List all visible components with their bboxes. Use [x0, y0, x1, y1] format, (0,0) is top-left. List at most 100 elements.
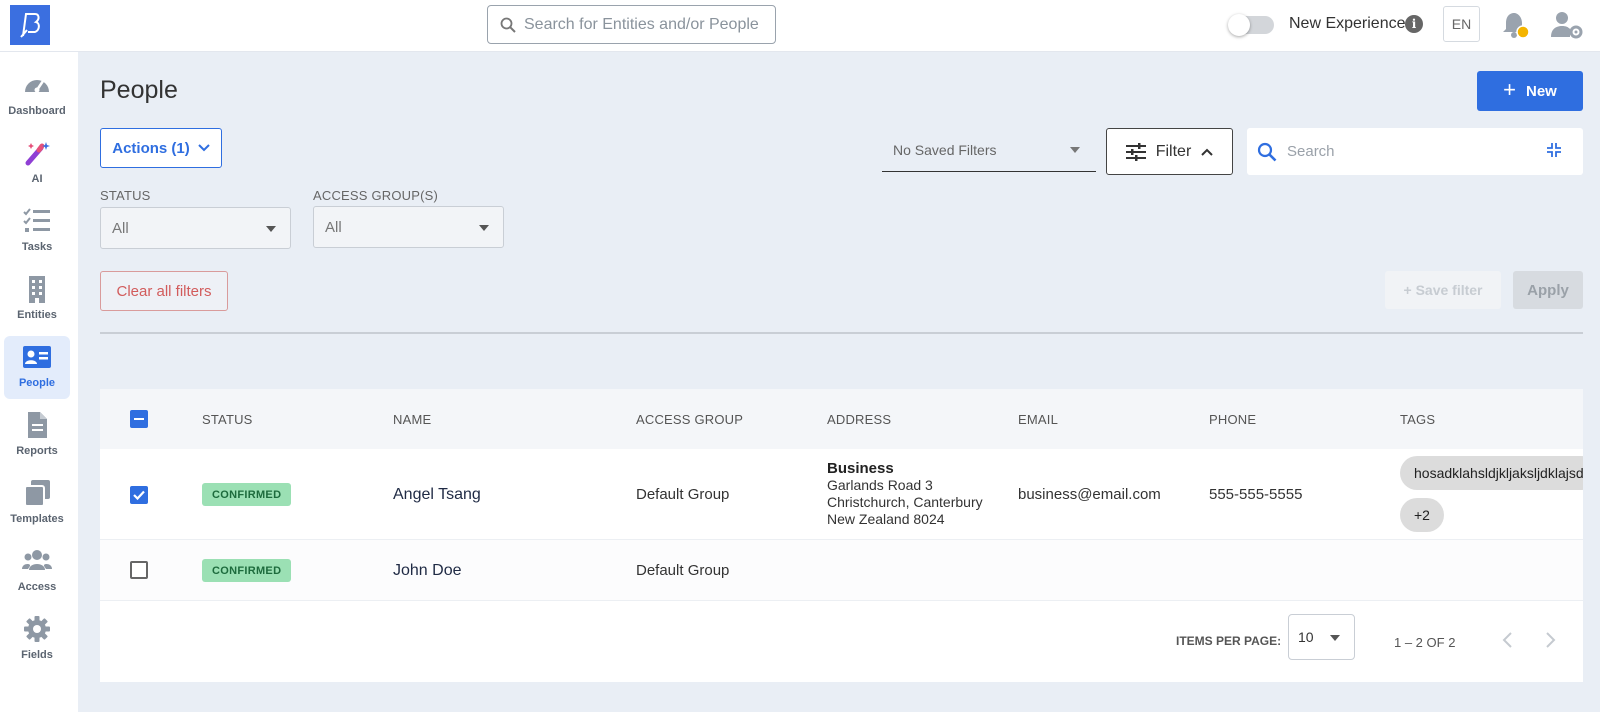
caret-down-icon [1070, 147, 1080, 153]
sidebar-item-label: Tasks [21, 241, 53, 253]
column-header-name[interactable]: NAME [393, 412, 431, 427]
gear-icon [24, 616, 50, 642]
sidebar-item-label: Reports [16, 445, 58, 457]
sidebar-item-label: Fields [21, 649, 53, 661]
toggle-knob [1228, 14, 1250, 36]
filters-divider [100, 332, 1583, 334]
column-header-email[interactable]: EMAIL [1018, 412, 1058, 427]
chevron-up-icon [1201, 148, 1213, 156]
sidebar-item-templates[interactable]: Templates [4, 472, 70, 535]
page-title: People [100, 76, 178, 104]
status-filter-select[interactable]: All [100, 207, 291, 249]
clear-all-filters-button[interactable]: Clear all filters [100, 271, 228, 311]
filter-toggle-button[interactable]: Filter [1106, 128, 1233, 175]
email-cell: business@email.com [1018, 486, 1161, 503]
filter-button-label: Filter [1155, 142, 1192, 160]
saved-filters-select[interactable]: No Saved Filters [882, 128, 1096, 172]
row-checkbox[interactable] [130, 561, 148, 579]
caret-down-icon [266, 226, 276, 232]
saved-filters-value: No Saved Filters [893, 141, 997, 158]
sidebar-item-people[interactable]: People [4, 336, 70, 399]
column-header-access-group[interactable]: ACCESS GROUP [636, 412, 743, 427]
info-icon[interactable]: i [1405, 15, 1423, 33]
chevron-down-icon [198, 144, 210, 152]
actions-dropdown-button[interactable]: Actions (1) [100, 128, 222, 168]
person-name-link[interactable]: Angel Tsang [393, 486, 481, 504]
sidebar-item-label: AI [31, 173, 43, 185]
speedometer-icon [25, 80, 49, 93]
address-line: Garlands Road 3 [827, 477, 933, 493]
access-group-filter-select[interactable]: All [313, 206, 504, 248]
search-icon [500, 17, 516, 33]
items-per-page-value: 10 [1298, 629, 1314, 645]
column-header-phone[interactable]: PHONE [1209, 412, 1256, 427]
checkmark-icon [133, 490, 145, 501]
items-per-page-select[interactable]: 10 [1288, 614, 1355, 660]
sidebar-item-tasks[interactable]: Tasks [4, 200, 70, 263]
collapse-icon[interactable] [1547, 143, 1561, 157]
new-experience-label: New Experience [1289, 15, 1406, 32]
table-row[interactable]: CONFIRMED John Doe Default Group [100, 540, 1583, 601]
top-bar: New Experience i EN [0, 0, 1600, 52]
new-experience-toggle[interactable] [1228, 14, 1274, 36]
sidebar-item-access[interactable]: Access [4, 540, 70, 603]
sidebar-item-label: Entities [17, 309, 57, 321]
new-person-button[interactable]: + New [1477, 71, 1583, 111]
search-icon [1257, 142, 1277, 161]
access-group-filter-label: ACCESS GROUP(S) [313, 188, 439, 203]
caret-down-icon [1330, 635, 1340, 641]
sliders-icon [1125, 142, 1146, 161]
sidebar-item-label: Dashboard [8, 105, 66, 117]
address-cell: Business Garlands Road 3 Christchurch, C… [827, 460, 983, 528]
language-button[interactable]: EN [1443, 6, 1480, 42]
sidebar-item-fields[interactable]: Fields [4, 608, 70, 671]
checklist-icon [23, 208, 50, 232]
pagination-range: 1 – 2 OF 2 [1394, 635, 1456, 650]
status-filter-value: All [112, 219, 129, 237]
sidebar-item-ai[interactable]: AI [4, 132, 70, 195]
column-header-address[interactable]: ADDRESS [827, 412, 891, 427]
chevron-left-icon[interactable] [1498, 630, 1518, 650]
document-icon [28, 412, 47, 438]
tag-chip[interactable]: hosadklahsldjkljaksljdklajsd [1400, 456, 1583, 490]
row-checkbox[interactable] [130, 486, 148, 504]
global-search[interactable] [487, 5, 776, 44]
sidebar-item-dashboard[interactable]: Dashboard [4, 64, 70, 127]
column-header-tags[interactable]: TAGS [1400, 412, 1435, 427]
caret-down-icon [479, 225, 489, 231]
minus-icon [134, 418, 144, 420]
sidebar-item-reports[interactable]: Reports [4, 404, 70, 467]
sidebar-item-entities[interactable]: Entities [4, 268, 70, 331]
bell-icon[interactable] [1500, 10, 1530, 40]
save-filter-button[interactable]: + Save filter [1385, 271, 1501, 309]
apply-button[interactable]: Apply [1513, 271, 1583, 309]
column-header-status[interactable]: STATUS [202, 412, 253, 427]
building-icon [29, 276, 45, 303]
access-group-cell: Default Group [636, 562, 730, 579]
address-line: Christchurch, Canterbury [827, 494, 983, 510]
status-filter-label: STATUS [100, 188, 151, 203]
global-search-input[interactable] [524, 15, 764, 34]
table-search-input[interactable] [1287, 143, 1527, 160]
logo-icon[interactable] [10, 5, 50, 45]
sidebar-item-label: Templates [10, 513, 64, 525]
phone-cell: 555-555-5555 [1209, 486, 1303, 503]
people-table: STATUS NAME ACCESS GROUP ADDRESS EMAIL P… [100, 389, 1583, 682]
user-settings-icon[interactable] [1550, 10, 1584, 40]
people-group-icon [22, 550, 52, 570]
sidebar-item-label: People [18, 377, 56, 389]
status-badge: CONFIRMED [202, 483, 292, 506]
table-search[interactable] [1247, 128, 1583, 175]
table-header: STATUS NAME ACCESS GROUP ADDRESS EMAIL P… [100, 389, 1583, 449]
person-name-link[interactable]: John Doe [393, 562, 462, 580]
table-row[interactable]: CONFIRMED Angel Tsang Default Group Busi… [100, 449, 1583, 540]
chevron-right-icon[interactable] [1540, 630, 1560, 650]
status-badge: CONFIRMED [202, 559, 292, 582]
magic-wand-icon [25, 142, 50, 166]
sidebar-item-label: Access [17, 581, 57, 593]
more-tags-chip[interactable]: +2 [1400, 498, 1444, 532]
new-button-label: New [1526, 82, 1557, 100]
access-group-filter-value: All [325, 218, 342, 236]
select-all-checkbox[interactable] [130, 410, 148, 428]
actions-label: Actions (1) [112, 139, 190, 157]
